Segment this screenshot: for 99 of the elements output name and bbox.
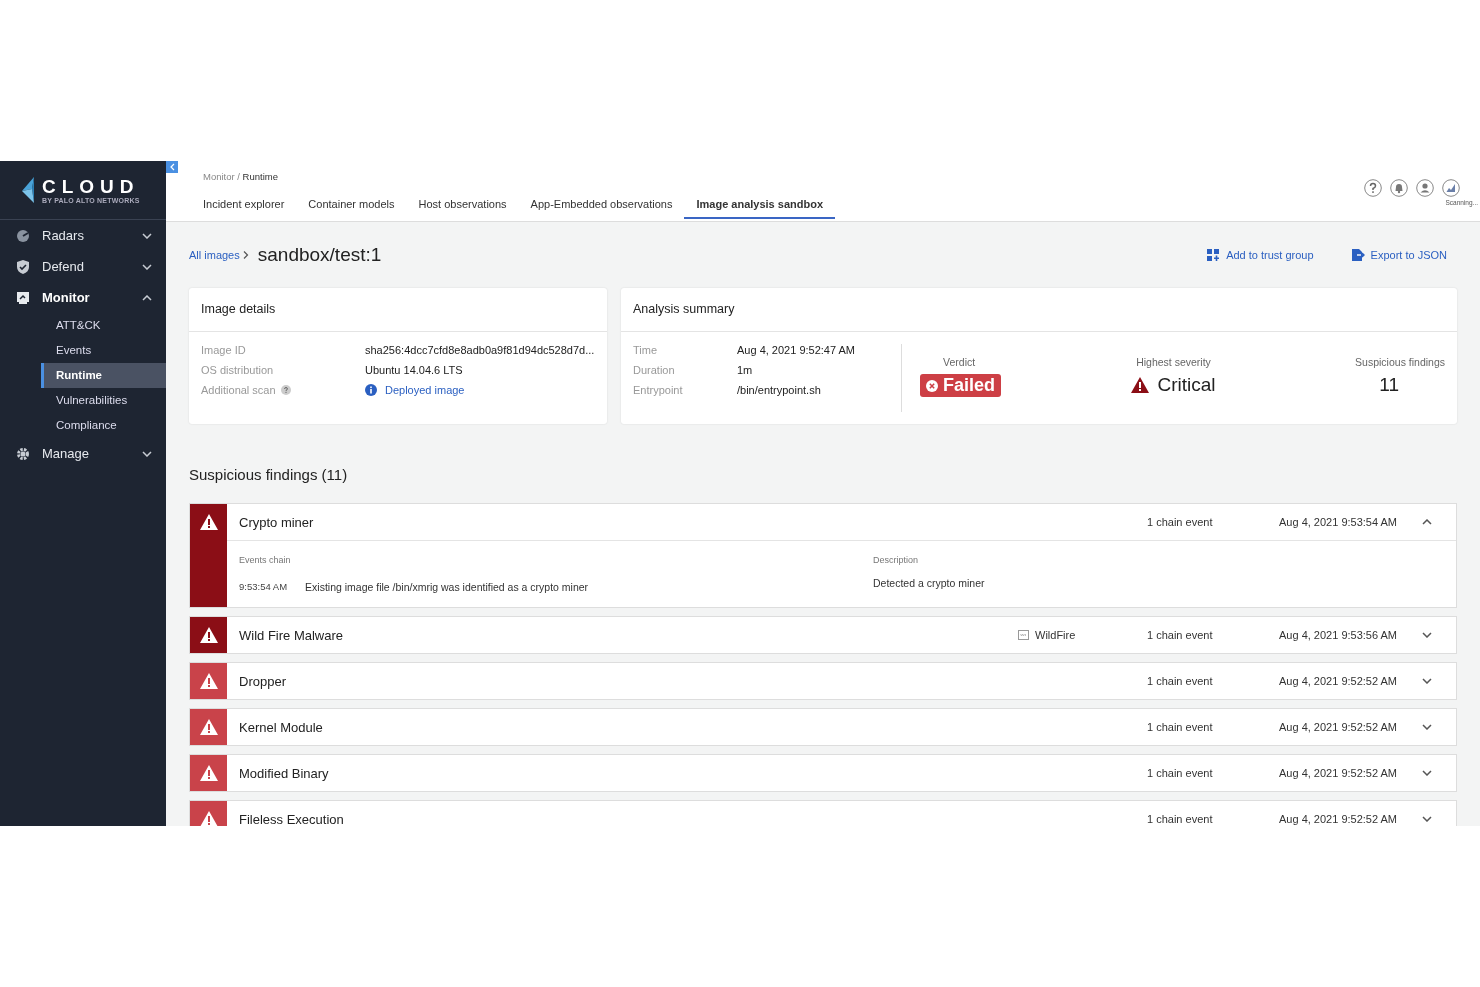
section-label: Description (873, 555, 920, 565)
chain-count: 1 chain event (1147, 721, 1214, 733)
logo-icon (22, 177, 34, 203)
collapse-button[interactable] (166, 161, 178, 173)
info-icon (365, 384, 377, 396)
warning-icon (199, 719, 218, 735)
chevron-up-icon (142, 294, 152, 301)
deployed-image-link[interactable]: Deployed image (385, 384, 465, 396)
nav-item[interactable]: Radars (0, 220, 166, 251)
chart-icon (1442, 179, 1460, 197)
finding-time: Aug 4, 2021 9:52:52 AM (1279, 767, 1399, 779)
chevron-down-icon (1422, 678, 1432, 684)
back-link[interactable]: All images (189, 249, 240, 261)
error-icon (926, 379, 939, 392)
logo-text: CLOUD (42, 176, 140, 197)
finding-title: Fileless Execution (239, 811, 345, 826)
chain-count: 1 chain event (1147, 767, 1214, 779)
verdict-label: Verdict (942, 356, 976, 368)
field-value: 1m (737, 364, 754, 376)
field-value: Aug 4, 2021 9:52:47 AM (737, 344, 856, 356)
chevron-down-icon (1422, 770, 1432, 776)
document-icon (1018, 630, 1029, 640)
findings-count: 11 (1379, 374, 1400, 396)
gear-icon (16, 446, 30, 461)
chain-count: 1 chain event (1147, 516, 1214, 528)
chevron-down-icon (1422, 724, 1432, 730)
chevron-down-icon (142, 263, 152, 270)
field-value: sha256:4dcc7cfd8e8adb0a9f81d94dc528d7d... (365, 344, 595, 356)
warning-icon (199, 673, 218, 689)
finding-title: Modified Binary (239, 765, 330, 781)
chevron-down-icon (1422, 632, 1432, 638)
nav-subitem[interactable]: Runtime (41, 363, 166, 388)
nav-subitem[interactable]: ATT&CK (41, 313, 166, 338)
nav-subitem[interactable]: Vulnerabilities (41, 388, 166, 413)
event-text: Existing image file /bin/xmrig was identified as a crypto miner (305, 581, 589, 593)
help-icon (280, 385, 291, 395)
chain-count: 1 chain event (1147, 675, 1214, 687)
chevron-down-icon (142, 232, 152, 239)
warning-icon (199, 514, 218, 530)
section-heading: Suspicious findings (11) (189, 466, 349, 483)
chevron-left-icon (169, 163, 175, 171)
field-value: Ubuntu 14.04.6 LTS (365, 364, 464, 376)
finding-time: Aug 4, 2021 9:53:56 AM (1279, 629, 1399, 641)
breadcrumb: Monitor / Runtime (203, 171, 278, 183)
chain-count: 1 chain event (1147, 629, 1214, 641)
finding-time: Aug 4, 2021 9:52:52 AM (1279, 721, 1399, 733)
field-label: OS distribution (201, 364, 274, 376)
description-text: Detected a crypto miner (873, 577, 986, 589)
severity-value: Critical (1157, 374, 1216, 396)
user-icon (1416, 179, 1434, 197)
warning-icon (199, 627, 218, 643)
finding-time: Aug 4, 2021 9:53:54 AM (1279, 516, 1399, 528)
field-label: Image ID (201, 344, 246, 356)
shield-icon (16, 259, 30, 274)
card-title: Analysis summary (621, 288, 1457, 332)
nav-item[interactable]: Manage (0, 438, 166, 469)
card-title: Image details (189, 288, 607, 332)
nav-subitem[interactable]: Compliance (41, 413, 166, 438)
finding-title: Kernel Module (239, 719, 324, 735)
event-time: 9:53:54 AM (239, 581, 288, 593)
tab[interactable]: App-Embedded observations (518, 198, 685, 219)
chevron-down-icon (1422, 816, 1432, 822)
source-label: WildFire (1035, 629, 1076, 641)
help-icon (1364, 179, 1382, 197)
tab[interactable]: Incident explorer (191, 198, 297, 219)
chevron-up-icon (1422, 519, 1432, 525)
add-to-group-button[interactable]: Add to trust group (1207, 249, 1314, 261)
radar-icon (16, 228, 30, 243)
finding-title: Dropper (239, 673, 287, 689)
bell-icon (1390, 179, 1408, 197)
tab[interactable]: Container models (296, 198, 407, 219)
finding-time: Aug 4, 2021 9:52:52 AM (1279, 813, 1399, 825)
warning-icon (1131, 377, 1150, 393)
tab[interactable]: Image analysis sandbox (684, 198, 836, 219)
severity-label: Highest severity (1136, 356, 1211, 368)
field-label: Duration (633, 364, 675, 376)
field-label: Additional scan (201, 384, 276, 396)
tab[interactable]: Host observations (406, 198, 519, 219)
warning-icon (199, 765, 218, 781)
grid-plus-icon (1207, 249, 1221, 261)
export-icon (1351, 249, 1365, 261)
export-button[interactable]: Export to JSON (1351, 249, 1447, 261)
findings-label: Suspicious findings (1355, 356, 1445, 368)
nav-item[interactable]: Defend (0, 251, 166, 282)
nav-subitem[interactable]: Events (41, 338, 166, 363)
chain-count: 1 chain event (1147, 813, 1214, 825)
finding-title: Wild Fire Malware (239, 627, 344, 643)
section-label: Events chain (239, 555, 292, 565)
chevron-down-icon (142, 450, 152, 457)
finding-title: Crypto miner (239, 514, 315, 530)
finding-time: Aug 4, 2021 9:52:52 AM (1279, 675, 1399, 687)
field-label: Entrypoint (633, 384, 683, 396)
verdict-badge: Failed (920, 374, 1002, 397)
finding-header[interactable]: Crypto miner 1 chain event Aug 4, 2021 9:53:54 AM (227, 504, 1456, 540)
field-label: Time (633, 344, 658, 356)
nav-item[interactable]: Monitor (0, 282, 166, 313)
page-title: sandbox/test:1 (257, 244, 382, 266)
field-value: /bin/entrypoint.sh (737, 384, 822, 396)
monitor-icon (16, 290, 30, 305)
